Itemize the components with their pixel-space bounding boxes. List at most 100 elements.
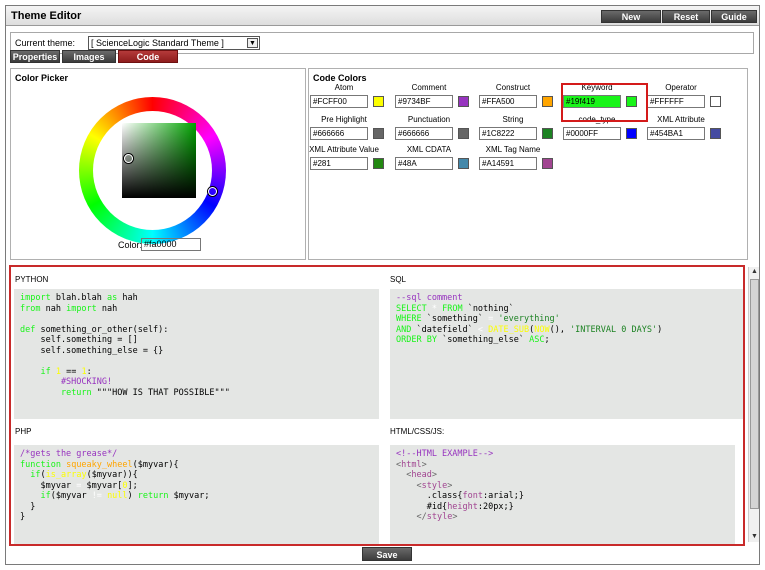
code-token: `nothing` — [462, 303, 514, 314]
operator-swatch[interactable] — [710, 96, 721, 107]
code-line: /*gets the grease*/ — [20, 449, 373, 460]
construct-color-field[interactable]: #FFA500 — [479, 95, 537, 108]
pre-highlight-swatch[interactable] — [373, 128, 384, 139]
atom-label: Atom — [334, 83, 354, 92]
php-label: PHP — [15, 427, 32, 436]
code-token: if — [40, 491, 51, 501]
code-token: squeaky_wheel — [66, 459, 133, 470]
pre-highlight-color-field[interactable]: #666666 — [310, 127, 368, 140]
color-field[interactable]: #fa0000 — [141, 238, 201, 251]
code-line: --sql comment — [396, 293, 739, 304]
code-token: WHERE — [396, 314, 422, 324]
sql-code-block: --sql comment SELECT * FROM `nothing` WHER… — [390, 289, 743, 419]
code-token: """HOW IS THAT POSSIBLE""" — [91, 387, 230, 398]
punctuation-color-field[interactable]: #666666 — [395, 127, 453, 140]
code-token: NOW — [534, 324, 550, 335]
code-token: is_array — [45, 470, 87, 480]
code-token: < — [396, 480, 422, 491]
code-token: ($myvar — [50, 491, 92, 501]
current-theme-value: [ ScienceLogic Standard Theme ] — [91, 38, 224, 48]
string-color-field[interactable]: #1C8222 — [479, 127, 537, 140]
code-line: $myvar = $myvar[0]; — [20, 481, 373, 492]
tab-properties[interactable]: Properties — [10, 50, 60, 63]
color-label: Color: — [118, 240, 143, 250]
code-token: ; — [544, 335, 550, 345]
code-line: </style> — [396, 512, 729, 523]
code-token: import — [66, 303, 97, 314]
code-line: if 1 == 1: — [20, 367, 373, 378]
code-token: `something_else` — [436, 335, 530, 345]
xml-attribute-value-swatch[interactable] — [373, 158, 384, 169]
code-token: } — [20, 501, 36, 512]
code-token: > — [421, 459, 427, 470]
code-token: > — [452, 512, 458, 522]
code-token: style — [426, 512, 453, 522]
code-type-swatch[interactable] — [626, 128, 637, 139]
xml-tag-name-swatch[interactable] — [542, 158, 553, 169]
code-token: ORDER BY — [396, 335, 437, 345]
code-line: .class{font:arial;} — [396, 491, 729, 502]
xml-attribute-value-label: XML Attribute Value — [309, 145, 379, 154]
code-line: self.something = [] — [20, 335, 373, 346]
atom-swatch[interactable] — [373, 96, 384, 107]
code-token: `datefield` — [411, 324, 478, 335]
code-type-color-field[interactable]: #0000FF — [563, 127, 621, 140]
operator-color-field[interactable]: #FFFFFF — [647, 95, 705, 108]
tab-code[interactable]: Code — [118, 50, 178, 63]
xml-cdata-swatch[interactable] — [458, 158, 469, 169]
operator-label: Operator — [665, 83, 697, 92]
code-token: return — [60, 387, 92, 398]
comment-label: Comment — [411, 83, 447, 92]
code-token: .class{ — [396, 491, 463, 501]
tab-images[interactable]: Images — [62, 50, 116, 63]
xml-attribute-color-field[interactable]: #454BA1 — [647, 127, 705, 140]
punctuation-swatch[interactable] — [458, 128, 469, 139]
construct-swatch[interactable] — [542, 96, 553, 107]
code-line: <html> — [396, 460, 729, 471]
code-token: if — [30, 470, 41, 480]
scroll-thumb[interactable] — [750, 279, 759, 509]
code-token: something_or_other(self): — [35, 324, 169, 335]
preview-scrollbar[interactable]: ▲ ▼ — [748, 267, 759, 542]
code-line: def something_or_other(self): — [20, 325, 373, 336]
string-swatch[interactable] — [542, 128, 553, 139]
xml-attribute-swatch[interactable] — [710, 128, 721, 139]
chevron-down-icon[interactable]: ▼ — [247, 38, 258, 48]
code-line: if(is_array($myvar)){ — [20, 470, 373, 481]
atom-color-field[interactable]: #FCFF00 — [310, 95, 368, 108]
scroll-down-icon[interactable]: ▼ — [749, 532, 760, 542]
current-theme-select[interactable]: [ ScienceLogic Standard Theme ] ▼ — [88, 36, 260, 50]
code-token: from — [20, 303, 41, 314]
comment-color-field[interactable]: #9734BF — [395, 95, 453, 108]
python-label: PYTHON — [15, 275, 49, 284]
code-token: } — [20, 512, 26, 522]
hue-marker[interactable] — [208, 187, 217, 196]
new-button[interactable]: New — [601, 10, 661, 23]
xml-attribute-value-color-field[interactable]: #281 — [310, 157, 368, 170]
guide-button[interactable]: Guide — [711, 10, 757, 23]
code-token: SELECT — [396, 303, 427, 314]
saturation-value-square[interactable] — [122, 123, 196, 198]
php-code-block: /*gets the grease*/function squeaky_whee… — [14, 445, 379, 544]
pre-highlight-label: Pre Highlight — [321, 115, 367, 124]
reset-button[interactable]: Reset — [662, 10, 710, 23]
code-token: </ — [396, 512, 427, 522]
xml-tag-name-color-field[interactable]: #A14591 — [479, 157, 537, 170]
code-token: font — [462, 491, 484, 501]
code-line: WHERE `something` = 'everything' — [396, 314, 739, 325]
color-picker-title: Color Picker — [15, 73, 69, 83]
current-theme-label: Current theme: — [15, 38, 76, 48]
comment-swatch[interactable] — [458, 96, 469, 107]
code-token: ($myvar)){ — [86, 470, 138, 480]
code-token: self.something_else = {} — [20, 345, 164, 356]
xml-tag-name-label: XML Tag Name — [485, 145, 541, 154]
code-token: blah.blah — [50, 293, 108, 303]
code-token: DATE_SUB — [488, 324, 530, 335]
code-token: $myvar — [20, 480, 77, 491]
saturation-marker[interactable] — [124, 154, 133, 163]
save-button[interactable]: Save — [362, 547, 412, 561]
scroll-up-icon[interactable]: ▲ — [749, 267, 760, 277]
code-token: :20px;} — [477, 501, 514, 512]
xml-cdata-color-field[interactable]: #48A — [395, 157, 453, 170]
